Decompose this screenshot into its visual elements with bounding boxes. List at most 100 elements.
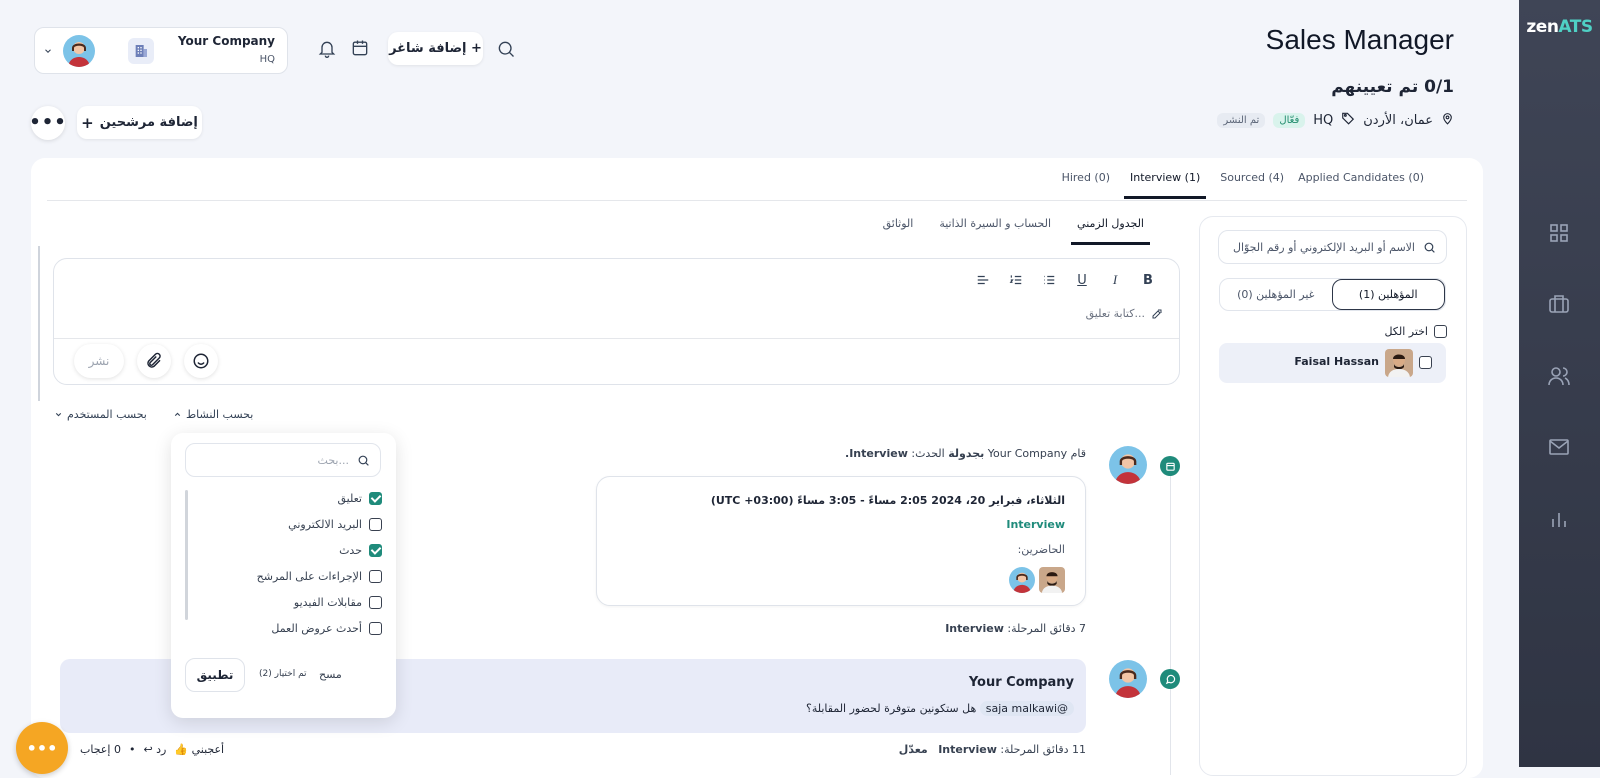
likes-count: 0 إعجاب	[80, 743, 121, 756]
search-icon[interactable]	[496, 39, 516, 62]
qualified-tab[interactable]: المؤهلين (1)	[1331, 279, 1445, 310]
user-avatar[interactable]	[63, 35, 95, 67]
reply-button[interactable]: رد ↩	[143, 743, 166, 756]
selected-count: تم اختيار (2)	[259, 669, 307, 679]
apply-button[interactable]: تطبيق	[185, 658, 245, 692]
dashboard-icon[interactable]	[1547, 221, 1571, 245]
activity-filter-dropdown: بحث... تعليق البريد الالكتروني حدث الإجر…	[171, 433, 396, 718]
tab-hired[interactable]: Hired (0)	[1062, 171, 1110, 199]
option-video-interviews[interactable]: مقابلات الفيديو	[294, 596, 382, 609]
comment-event-icon	[1160, 669, 1180, 689]
tab-interview[interactable]: Interview (1)	[1124, 171, 1207, 199]
actor-avatar	[1109, 446, 1147, 484]
tab-sourced[interactable]: Sourced (4)	[1220, 171, 1284, 199]
option-candidate-actions[interactable]: الإجراءات على المرشح	[257, 570, 382, 583]
candidate-checkbox[interactable]	[1419, 356, 1432, 369]
assigned-count: 0/1 تم تعيينهم	[1331, 77, 1454, 97]
company-switcher[interactable]: Your Company HQ	[34, 27, 288, 74]
more-dots-icon: •••	[26, 738, 58, 758]
option-checkbox[interactable]	[369, 622, 382, 635]
calendar-event-icon	[1160, 456, 1180, 476]
add-candidates-button[interactable]: إضافة مرشحين +	[77, 106, 202, 139]
search-icon	[358, 455, 369, 466]
option-job-offers[interactable]: أحدث عروض العمل	[271, 622, 382, 635]
qualification-toggle: المؤهلين (1) غير المؤهلين (0)	[1219, 278, 1446, 311]
option-checkbox[interactable]	[369, 492, 382, 505]
more-options-button[interactable]: •••	[29, 106, 66, 140]
app-sidebar: zenATS	[1519, 0, 1600, 767]
paperclip-icon[interactable]	[137, 344, 171, 378]
bulleted-list-icon[interactable]	[1041, 272, 1057, 288]
calendar-icon[interactable]	[350, 38, 370, 61]
tab-applied[interactable]: Applied Candidates (0)	[1298, 171, 1424, 199]
tab-timeline[interactable]: الجدول الزمني	[1071, 217, 1150, 245]
option-label: حدث	[339, 544, 362, 557]
job-meta: عمان، الأردن HQ فعّال تم النشر	[1217, 111, 1454, 129]
underline-button[interactable]: U	[1074, 272, 1090, 288]
reports-icon[interactable]	[1547, 507, 1571, 531]
option-comment[interactable]: تعليق	[337, 492, 382, 505]
zenats-logo[interactable]: zenATS	[1519, 17, 1600, 37]
like-button[interactable]: أعجبني 👍	[174, 743, 224, 756]
reply-label: رد	[156, 743, 167, 756]
edit-icon	[1152, 309, 1162, 318]
pipeline-tabs: Applied Candidates (0) Sourced (4) Inter…	[1062, 171, 1424, 199]
chat-fab-button[interactable]: •••	[16, 722, 68, 774]
option-checkbox[interactable]	[369, 544, 382, 557]
tag-icon	[1341, 111, 1355, 129]
option-label: الإجراءات على المرشح	[256, 570, 362, 583]
attendee-avatar	[1039, 567, 1065, 593]
option-label: البريد الالكتروني	[288, 518, 362, 531]
option-email[interactable]: البريد الالكتروني	[288, 518, 382, 531]
candidate-avatar	[1385, 349, 1413, 377]
briefcase-icon[interactable]	[1547, 292, 1571, 316]
unqualified-tab[interactable]: غير المؤهلين (0)	[1220, 279, 1332, 310]
filter-by-activity[interactable]: بحسب النشاط	[173, 408, 253, 421]
bell-icon[interactable]	[317, 39, 337, 62]
job-location: عمان، الأردن	[1363, 112, 1433, 128]
filter-by-user[interactable]: بحسب المستخدم	[54, 408, 147, 421]
mention-tag[interactable]: @saja malkawi	[979, 701, 1074, 716]
align-icon[interactable]	[975, 272, 991, 288]
bold-button[interactable]: B	[1140, 272, 1156, 288]
chevron-up-icon	[174, 412, 181, 417]
publish-button[interactable]: نشر	[74, 344, 124, 378]
company-branch: HQ	[259, 54, 275, 65]
comment-placeholder: كتابة تعليق...	[1085, 307, 1145, 320]
tab-account-cv[interactable]: الحساب و السيرة الذاتية	[933, 217, 1057, 245]
activity-search-input[interactable]: بحث...	[185, 443, 381, 477]
job-tag: HQ	[1313, 112, 1334, 128]
event-title: Interview	[1006, 518, 1065, 531]
activity-search-placeholder: بحث...	[317, 453, 349, 467]
tab-documents[interactable]: الوثائق	[877, 217, 920, 245]
select-all-checkbox[interactable]	[1434, 325, 1447, 338]
comment-author: Your Company	[968, 675, 1074, 690]
option-label: مقابلات الفيديو	[293, 596, 362, 609]
clear-button[interactable]: مسح	[319, 668, 342, 681]
option-checkbox[interactable]	[369, 570, 382, 583]
event2-meta: 11 دقائق المرحلة: Interview معدّل	[898, 743, 1086, 756]
option-checkbox[interactable]	[369, 596, 382, 609]
users-icon[interactable]	[1547, 364, 1571, 388]
dropdown-scrollbar[interactable]	[185, 490, 188, 620]
event1-meta: 7 دقائق المرحلة: Interview	[945, 622, 1086, 635]
event-card[interactable]: الثلاثاء، فبراير 20، 2024 2:05 مساءً - 3…	[596, 476, 1086, 606]
event1-summary: قام Your Company بجدولة الحدث: Interview…	[845, 447, 1086, 460]
comment-input[interactable]: كتابة تعليق...	[1086, 307, 1163, 320]
mail-icon[interactable]	[1547, 435, 1571, 459]
option-checkbox[interactable]	[369, 518, 382, 531]
candidate-search-input[interactable]: الاسم أو البريد الإلكتروني أو رقم الجوّا…	[1218, 230, 1447, 264]
italic-button[interactable]: I	[1107, 272, 1123, 288]
plus-icon: +	[81, 113, 94, 132]
emoji-icon[interactable]	[184, 344, 218, 378]
option-event[interactable]: حدث	[339, 544, 382, 557]
candidate-row[interactable]: Faisal Hassan	[1219, 343, 1446, 383]
chevron-down-icon[interactable]	[43, 45, 53, 59]
job-title: Sales Manager	[1265, 24, 1454, 55]
add-vacancy-button[interactable]: + إضافة شاغر	[388, 32, 483, 65]
select-all[interactable]: اختر الكل	[1384, 325, 1447, 338]
comment-text: هل ستكونين متوفرة لحضور المقابلة؟	[805, 702, 977, 715]
company-name: Your Company	[177, 34, 275, 48]
numbered-list-icon[interactable]	[1008, 272, 1024, 288]
separator-dot: •	[128, 743, 136, 756]
